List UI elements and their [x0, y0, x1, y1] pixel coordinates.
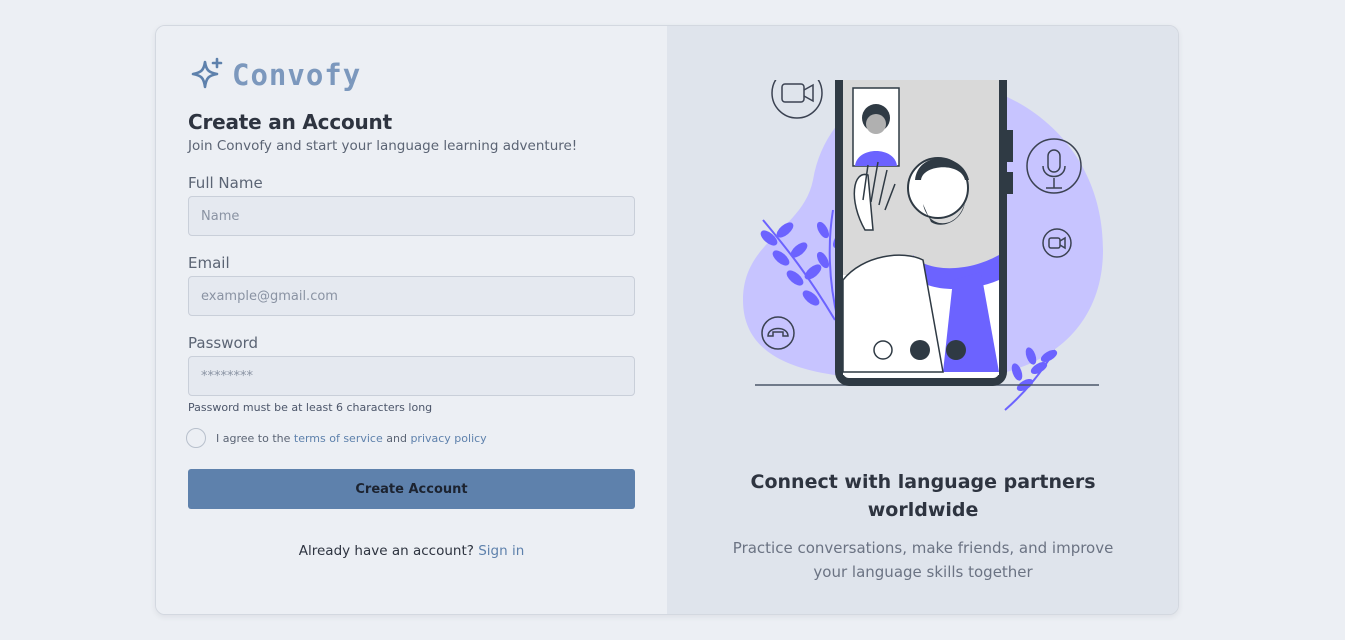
- brand-name: Convofy: [232, 58, 362, 92]
- password-input[interactable]: [188, 356, 635, 396]
- email-label: Email: [188, 254, 230, 272]
- signin-prompt: Already have an account? Sign in: [188, 543, 635, 559]
- page-title: Create an Account: [188, 110, 392, 134]
- video-call-illustration: [743, 80, 1104, 411]
- terms-prefix: I agree to the: [216, 431, 294, 445]
- full-name-input[interactable]: [188, 196, 635, 236]
- signup-card: Convofy Create an Account Join Convofy a…: [155, 25, 1179, 615]
- promo-title: Connect with language partners worldwide: [750, 471, 1096, 521]
- terms-of-service-link[interactable]: terms of service: [294, 432, 383, 445]
- terms-agreement: I agree to the terms of service and priv…: [186, 426, 635, 450]
- terms-checkbox[interactable]: [186, 428, 206, 448]
- signup-panel: Convofy Create an Account Join Convofy a…: [156, 26, 668, 614]
- video-camera-icon: [771, 80, 823, 119]
- email-input[interactable]: [188, 276, 635, 316]
- terms-middle: and: [382, 431, 411, 445]
- terms-text: I agree to the terms of service and priv…: [216, 432, 487, 445]
- smartphone: [835, 80, 1014, 386]
- signin-text: Already have an account?: [298, 543, 479, 559]
- password-hint: Password must be at least 6 characters l…: [188, 401, 433, 414]
- password-label: Password: [188, 334, 259, 352]
- page-subtitle: Join Convofy and start your language lea…: [188, 138, 578, 154]
- full-name-label: Full Name: [188, 174, 263, 192]
- privacy-policy-link[interactable]: privacy policy: [410, 432, 486, 445]
- promo-subtitle: Practice conversations, make friends, an…: [732, 539, 1114, 581]
- sparkle-icon: [191, 57, 223, 89]
- sign-in-link[interactable]: Sign in: [478, 543, 524, 559]
- create-account-button[interactable]: Create Account: [188, 469, 635, 509]
- promo-panel: Connect with language partners worldwide…: [667, 26, 1178, 614]
- brand-logo: Convofy: [189, 56, 635, 94]
